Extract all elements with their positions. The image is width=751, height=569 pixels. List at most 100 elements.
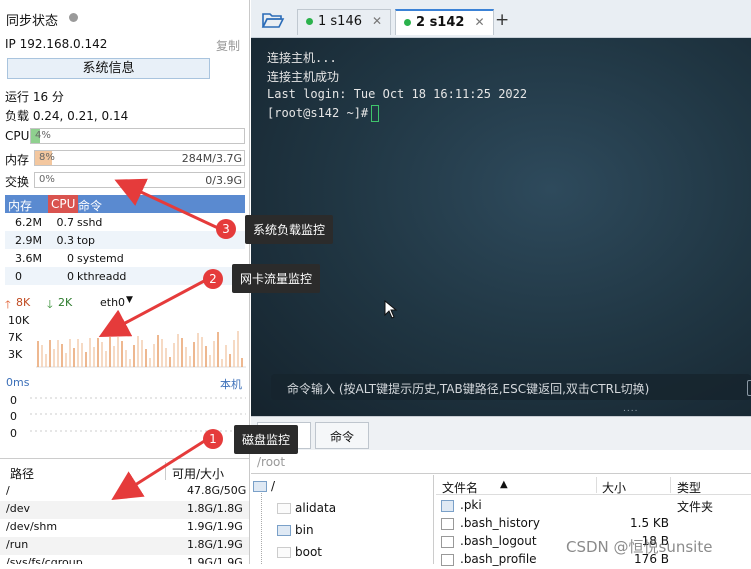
latency-left: 0ms <box>6 376 30 389</box>
sort-asc-icon[interactable]: ▲ <box>500 479 508 490</box>
disk-size: 1.9G/1.9G <box>187 520 243 533</box>
annotation-2-badge: 2 <box>203 269 223 289</box>
mem-label: 内存 <box>5 153 30 167</box>
ip-label: IP 192.168.0.142 <box>5 37 108 51</box>
tree-line <box>261 493 262 564</box>
disk-size: 47.8G/50G <box>187 484 247 497</box>
disk-row[interactable]: /sys/fs/cgroup 1.9G/1.9G <box>0 555 249 564</box>
disk-table: 路径 可用/大小 / 47.8G/50G/dev 1.8G/1.8G/dev/shm… <box>0 458 249 564</box>
disk-path: /run <box>6 538 29 551</box>
proc-cpu: 0.3 <box>56 234 75 247</box>
path-bar[interactable]: /root <box>251 450 751 474</box>
terminal-line-3: Last login: Tue Oct 18 16:11:25 2022 <box>267 87 528 101</box>
folder-open-icon[interactable] <box>261 10 285 30</box>
proc-mem: 2.9M <box>15 234 42 247</box>
disk-path: /dev <box>6 502 30 515</box>
file-icon <box>441 554 454 566</box>
file-name: .bash_history <box>460 516 540 530</box>
input-toggle-icon[interactable] <box>747 380 751 396</box>
status-dot-icon <box>69 13 78 22</box>
connected-dot-icon <box>306 18 313 25</box>
file-name: .bash_logout <box>460 534 537 548</box>
folder-icon <box>277 503 291 514</box>
net-ytick-1: 7K <box>8 331 23 344</box>
file-icon <box>441 536 454 548</box>
terminal-line-1: 连接主机... <box>267 51 337 65</box>
col-size[interactable]: 大小 <box>602 479 626 496</box>
cpu-label: CPU <box>5 129 30 143</box>
annotation-3-label: 系统负载监控 <box>245 215 334 244</box>
net-down-label: 2K <box>58 296 73 309</box>
mem-pct: 8% <box>39 152 55 163</box>
disk-col-path[interactable]: 路径 <box>10 465 34 482</box>
current-path: /root <box>257 455 286 469</box>
net-down-icon: 🡓 <box>47 298 53 311</box>
proc-cpu: 0 <box>67 252 74 265</box>
bottom-tab-bar: 文件 命令 <box>251 416 751 450</box>
col-divider <box>165 462 166 480</box>
disk-row[interactable]: /run 1.8G/1.9G <box>0 537 249 555</box>
file-row[interactable]: .bash_history 1.5 KB <box>436 515 749 533</box>
annotation-1-badge: 1 <box>203 429 223 449</box>
tab-s146[interactable]: 1 s146 ✕ <box>297 9 392 35</box>
close-icon[interactable]: ✕ <box>474 15 484 29</box>
disk-row[interactable]: /dev 1.8G/1.8G <box>0 501 249 519</box>
process-row[interactable]: 3.6M 0 systemd <box>5 249 245 267</box>
tab-s142[interactable]: 2 s142 ✕ <box>395 9 494 35</box>
watermark: CSDN @恒悦sunsite <box>566 538 713 556</box>
annotation-1-label: 磁盘监控 <box>234 425 299 454</box>
folder-link-icon <box>277 525 291 536</box>
cpu-pct: 4% <box>35 130 51 141</box>
disk-size: 1.8G/1.9G <box>187 538 243 551</box>
proc-mem: 0 <box>15 270 22 283</box>
system-info-button[interactable]: 系统信息 <box>7 58 210 79</box>
disk-col-size[interactable]: 可用/大小 <box>172 465 224 482</box>
col-divider <box>596 477 597 493</box>
net-ytick-0: 10K <box>8 314 30 327</box>
tab-commands[interactable]: 命令 <box>315 422 370 449</box>
connected-dot-icon <box>404 19 411 26</box>
command-input-placeholder: 命令输入 (按ALT键提示历史,TAB键路径,ESC键返回,双击CTRL切换) <box>287 382 650 396</box>
col-cmd[interactable]: 命令 <box>78 197 102 214</box>
col-divider <box>670 477 671 493</box>
swap-label: 交换 <box>5 175 30 189</box>
copy-button[interactable]: 复制 <box>216 37 240 54</box>
file-size: 1.5 KB <box>630 516 669 530</box>
tab-label: 1 s146 <box>318 14 362 29</box>
swap-bar: 0% 0/3.9G <box>34 172 245 188</box>
disk-path: /dev/shm <box>6 520 58 533</box>
tree-item-bin[interactable]: bin <box>295 523 314 537</box>
process-row[interactable]: 2.9M 0.3 top <box>5 231 245 249</box>
disk-size: 1.9G/1.9G <box>187 556 243 564</box>
col-mem[interactable]: 内存 <box>8 197 32 214</box>
file-icon <box>441 518 454 530</box>
tree-item-boot[interactable]: boot <box>295 545 322 559</box>
sync-status-label: 同步状态 <box>6 14 59 29</box>
col-type[interactable]: 类型 <box>677 479 701 496</box>
resize-handle-icon[interactable]: .... <box>623 404 638 414</box>
command-input[interactable]: 命令输入 (按ALT键提示历史,TAB键路径,ESC键返回,双击CTRL切换) <box>271 374 751 400</box>
proc-cpu: 0 <box>67 270 74 283</box>
add-tab-icon[interactable]: + <box>495 10 509 30</box>
session-tab-bar: 1 s146 ✕ 2 s142 ✕ + <box>251 0 751 38</box>
chevron-down-icon[interactable]: ▼ <box>126 295 133 305</box>
process-row[interactable]: 6.2M 0.7 sshd <box>5 213 245 231</box>
terminal-line-2: 连接主机成功 <box>267 70 340 84</box>
file-type: 文件夹 <box>677 500 714 514</box>
folder-icon <box>253 481 267 492</box>
file-row[interactable]: .pki 文件夹 <box>436 497 749 515</box>
mouse-cursor-icon <box>384 300 398 319</box>
close-icon[interactable]: ✕ <box>372 14 382 28</box>
disk-row[interactable]: / 47.8G/50G <box>0 483 249 501</box>
net-iface-select[interactable]: eth0 <box>100 296 125 309</box>
proc-cmd: sshd <box>77 216 103 229</box>
col-cpu[interactable]: CPU <box>48 195 79 213</box>
load-label: 负载 0.24, 0.21, 0.14 <box>5 109 129 123</box>
disk-row[interactable]: /dev/shm 1.9G/1.9G <box>0 519 249 537</box>
net-up-icon: 🡑 <box>5 298 11 311</box>
folder-icon <box>277 547 291 558</box>
tree-item-alidata[interactable]: alidata <box>295 501 336 515</box>
col-filename[interactable]: 文件名 <box>442 479 478 496</box>
latency-ytick-2: 0 <box>10 427 17 440</box>
tree-root[interactable]: / <box>271 479 275 493</box>
